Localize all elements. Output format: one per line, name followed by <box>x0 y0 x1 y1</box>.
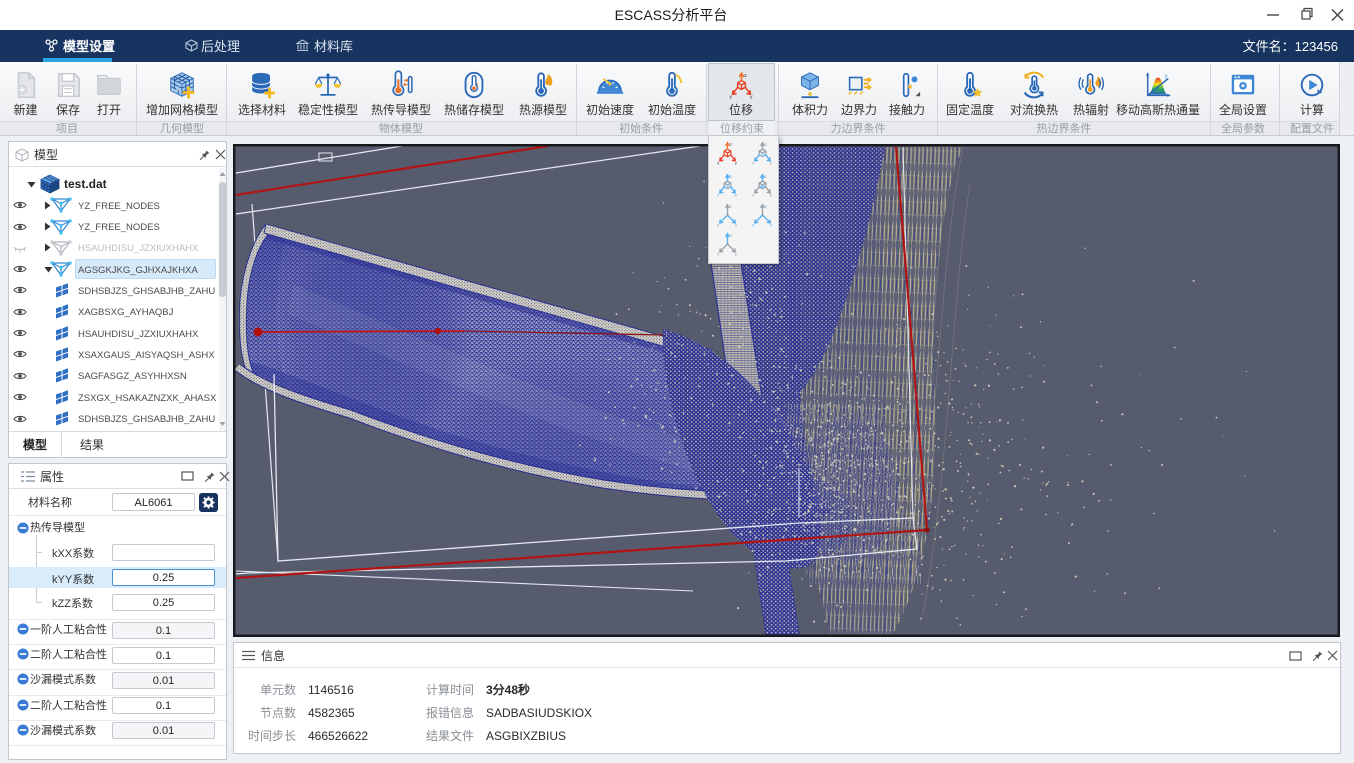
svg-text:y: y <box>749 95 752 99</box>
svg-text:y: y <box>735 223 738 227</box>
svg-text:z: z <box>730 204 732 209</box>
svg-text:z: z <box>765 174 767 179</box>
svg-text:y: y <box>770 223 773 227</box>
svg-text:z: z <box>730 174 732 179</box>
svg-text:y: y <box>770 193 773 197</box>
svg-text:z: z <box>765 142 767 147</box>
svg-text:z: z <box>765 204 767 209</box>
svg-text:y: y <box>735 161 738 165</box>
svg-text:z: z <box>730 142 732 147</box>
svg-text:y: y <box>735 252 738 256</box>
svg-text:y: y <box>735 193 738 197</box>
svg-text:x: x <box>729 95 732 99</box>
svg-text:y: y <box>1165 74 1168 80</box>
svg-text:y: y <box>770 161 773 165</box>
svg-text:z: z <box>730 233 732 238</box>
svg-text:z: z <box>744 73 747 79</box>
